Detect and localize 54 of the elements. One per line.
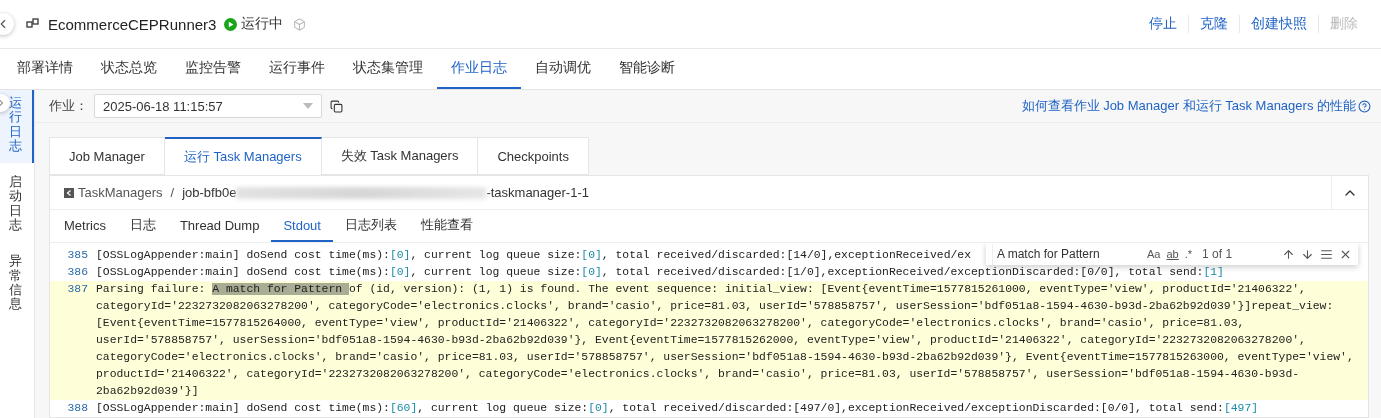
regex-toggle[interactable]: .* [1184, 245, 1193, 263]
detail-tab[interactable]: 日志 [117, 210, 168, 242]
log-type-tab[interactable]: 异常信息 [0, 248, 34, 322]
nav-tab[interactable]: 运行事件 [255, 49, 339, 89]
job-label: 作业： [49, 97, 88, 115]
line-number: 385 [66, 248, 89, 263]
header-action-button[interactable]: 创建快照 [1239, 15, 1318, 33]
running-status-icon [224, 17, 238, 31]
nav-tab[interactable]: 状态集管理 [339, 49, 437, 89]
detail-tab[interactable]: Metrics [52, 210, 118, 242]
detail-tab[interactable]: 性能查看 [408, 210, 485, 242]
detail-tab[interactable]: 日志列表 [332, 210, 409, 242]
log-text: [OSSLogAppender:main] doSend cost time(ms):[0], current log queue size:[0], total received/discarded:[1/0],exceptionReceived/exceptionDiscarded:[0/0], total send:[1] [96, 265, 1224, 280]
manager-tab[interactable]: 失效 Task Managers [321, 137, 479, 175]
log-type-tab[interactable]: 启动日志 [0, 169, 34, 243]
grid-icon [26, 18, 40, 30]
taskmanager-id-end: -taskmanager-1-1 [486, 185, 589, 200]
breadcrumb-link[interactable]: TaskManagers [78, 185, 163, 200]
find-input[interactable]: A match for Pattern [992, 243, 1141, 265]
job-select[interactable]: 2025-06-18 11:15:57 [94, 94, 322, 118]
next-match-icon[interactable] [1301, 247, 1314, 261]
selection-icon[interactable] [1320, 247, 1333, 261]
log-text: [OSSLogAppender:main] doSend cost time(ms):[0], current log queue size:[0], total received/discarded:[14/0],exceptionReceived/ex [96, 248, 971, 263]
match-count: 1 of 1 [1202, 245, 1233, 263]
nav-tab[interactable]: 监控告警 [171, 49, 255, 89]
copy-icon[interactable] [330, 99, 343, 113]
match-case-toggle[interactable]: Aa [1147, 245, 1161, 263]
log-text: Parsing failure: A match for Pattern of (id, version): (1, 1) is found. The event sequence: initial_view: [Event{eventTime=1577815261000, eventType='view', productId='21406322', categoryId='2232732082063278200', categoryCode='electronics.clocks', brand='casio', price=81.03, userId='578858757', userSession='bdf051a8-1594-4630-b93d-2ba62b92d039'}]repeat_view: [Event{eventTime=1577815264000, eventType='view', productId='21406322', categoryId='2232732082063278200', categoryCode='electronics.clocks', brand='casio', price=81.03, userId='578858757', userSession='bdf051a8-1594-4630-b93d-2ba62b92d039'}, Event{eventTime=1577815262000, eventType='view', productId='21406322', categoryId='2232732082063278200', categoryCode='electronics.clocks', brand='casio', price=81.03, userId='578858757', userSession='bdf051a8-1594-4630-b93d-2ba62b92d039'}, Event{eventTime=1577815263000, eventType='view', productId='21406322', categoryId='2232732082063278200', categoryCode='electronics.clocks', brand='casio', price=81.03, userId='578858757', userSession='bdf051a8-1594-4630-b93d-2ba62b92d039'}] [96, 282, 1355, 399]
manager-tab[interactable]: Job Manager [49, 137, 165, 175]
taskmanager-id-start: job-bfb0e [182, 185, 237, 200]
line-number: 388 [66, 401, 89, 416]
detail-tab[interactable]: Stdout [271, 210, 333, 242]
nav-tab[interactable]: 部署详情 [3, 49, 87, 89]
help-link[interactable]: 如何查看作业 Job Manager 和运行 Task Managers 的性能 [1021, 97, 1371, 115]
manager-tab[interactable]: 运行 Task Managers [164, 137, 322, 176]
job-title: EcommerceCEPRunner3 [48, 15, 217, 33]
log-text: [OSSLogAppender:main] doSend cost time(ms):[60], current log queue size:[0], total received/discarded:[497/0],exceptionReceived/exceptionDiscarded:[0/0], total send:[497] [96, 401, 1259, 416]
header-action-button[interactable]: 停止 [1138, 15, 1188, 33]
manager-tab[interactable]: Checkpoints [478, 137, 589, 175]
help-icon[interactable] [1358, 99, 1371, 113]
previous-match-icon[interactable] [1282, 247, 1295, 261]
log-type-tab[interactable]: 运行日志 [0, 90, 34, 164]
breadcrumb-separator: / [170, 185, 175, 200]
whole-word-toggle[interactable]: ab [1166, 245, 1179, 263]
line-number: 387 [66, 282, 89, 297]
nav-tab[interactable]: 状态总览 [87, 49, 171, 89]
cube-icon [293, 17, 307, 31]
line-number: 386 [66, 265, 89, 280]
nav-tab[interactable]: 自动调优 [521, 49, 605, 89]
header-action-button[interactable]: 克隆 [1188, 15, 1239, 33]
nav-tab[interactable]: 智能诊断 [605, 49, 689, 89]
status-text: 运行中 [241, 15, 284, 33]
detail-tab[interactable]: Thread Dump [167, 210, 272, 242]
back-icon[interactable] [64, 187, 74, 198]
